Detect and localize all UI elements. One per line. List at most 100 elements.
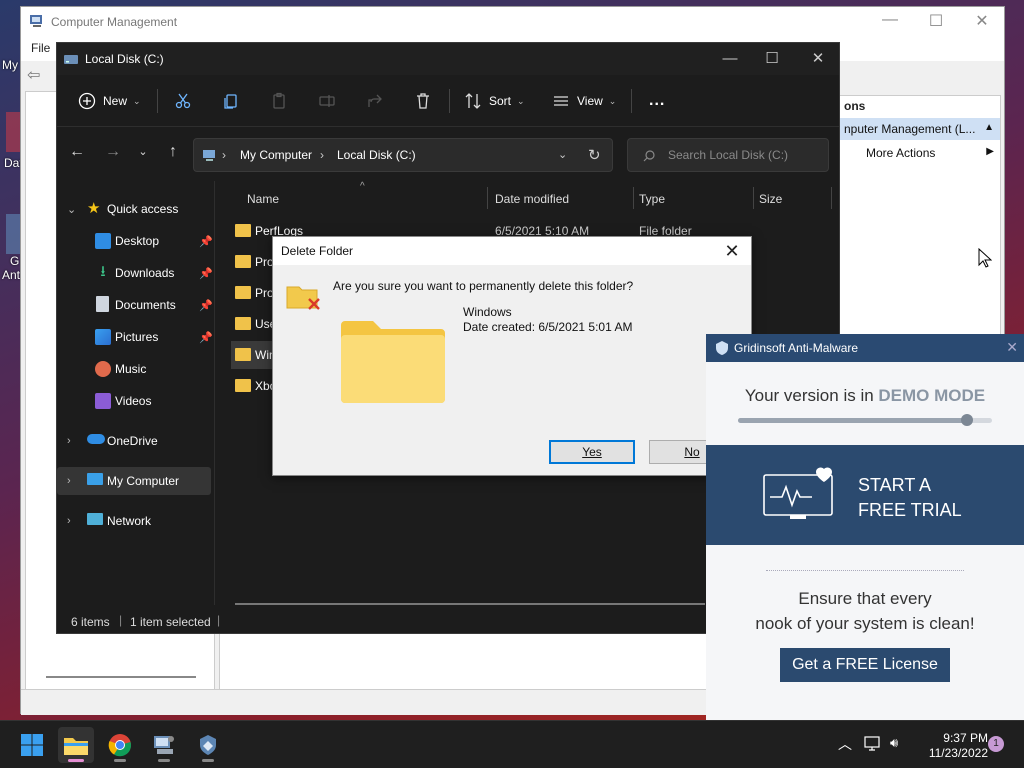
- column-header-date-modified[interactable]: Date modified: [495, 185, 569, 213]
- nav-item-documents[interactable]: Documents 📌: [57, 291, 215, 319]
- share-button[interactable]: [365, 89, 385, 113]
- nav-item-music[interactable]: Music: [57, 355, 215, 383]
- column-divider[interactable]: [753, 187, 754, 209]
- notification-badge[interactable]: 1: [988, 736, 1004, 752]
- demo-progress-fill: [738, 418, 967, 423]
- copy-button[interactable]: [221, 89, 241, 113]
- dialog-titlebar[interactable]: Delete Folder ✕: [273, 237, 751, 265]
- collapse-up-icon[interactable]: ▲: [984, 122, 994, 133]
- horizontal-scrollbar[interactable]: [46, 676, 196, 678]
- taskbar-file-explorer[interactable]: [58, 727, 94, 763]
- chevron-right-icon[interactable]: ›: [67, 435, 71, 447]
- column-header-size[interactable]: Size: [759, 185, 782, 213]
- column-divider[interactable]: [831, 187, 832, 209]
- nav-item-label: My Computer: [107, 474, 180, 488]
- close-button[interactable]: ✕: [959, 11, 1005, 33]
- yes-button[interactable]: Yes: [549, 440, 635, 464]
- get-free-license-button[interactable]: Get a FREE License: [780, 648, 950, 682]
- minimize-button[interactable]: —: [707, 49, 753, 71]
- more-options-icon: ...: [649, 92, 666, 109]
- start-button[interactable]: [14, 727, 50, 763]
- column-header-name[interactable]: Name: [247, 185, 279, 213]
- column-divider[interactable]: [633, 187, 634, 209]
- address-bar[interactable]: › My Computer › Local Disk (C:) ⌄ ↻: [193, 138, 613, 172]
- drive-icon: [64, 55, 78, 64]
- volume-icon[interactable]: 🔊︎: [890, 735, 898, 751]
- horizontal-scrollbar[interactable]: [235, 603, 705, 605]
- nav-item-network[interactable]: › Network: [57, 507, 215, 535]
- view-button[interactable]: View ⌄: [551, 89, 616, 113]
- nav-item-label: OneDrive: [107, 434, 158, 448]
- cm-titlebar[interactable]: Computer Management — ☐ ✕: [21, 7, 1004, 37]
- nav-item-quick-access[interactable]: ⌄ ★ Quick access: [57, 195, 215, 223]
- toolbar-separator: [631, 89, 632, 113]
- maximize-button[interactable]: ☐: [913, 11, 959, 33]
- close-button[interactable]: ✕: [795, 49, 841, 71]
- clock-time[interactable]: 9:37 PM: [910, 731, 988, 745]
- nav-item-downloads[interactable]: ⭳ Downloads 📌: [57, 259, 215, 287]
- desktop-icon[interactable]: [6, 214, 20, 254]
- gridinsoft-popup[interactable]: Gridinsoft Anti-Malware ✕ Your version i…: [706, 334, 1024, 720]
- nav-item-my-computer[interactable]: › My Computer: [57, 467, 211, 495]
- forward-button[interactable]: →: [101, 140, 125, 164]
- delete-folder-dialog[interactable]: Delete Folder ✕ Are you sure you want to…: [272, 236, 752, 476]
- sort-button[interactable]: Sort ⌄: [463, 89, 525, 113]
- nav-item-desktop[interactable]: Desktop 📌: [57, 227, 215, 255]
- rename-button[interactable]: [317, 89, 337, 113]
- pin-icon: 📌: [199, 235, 213, 248]
- taskbar-computer-management[interactable]: [146, 727, 182, 763]
- refresh-icon[interactable]: ↻: [588, 146, 601, 164]
- submenu-arrow-icon: ▶: [986, 146, 994, 157]
- heart-monitor-icon: [763, 467, 833, 519]
- cloud-icon: [87, 434, 105, 444]
- paste-button[interactable]: [269, 89, 289, 113]
- desktop-icon-label[interactable]: Ant: [2, 268, 20, 282]
- search-field[interactable]: Search Local Disk (C:): [627, 138, 829, 172]
- column-header-type[interactable]: Type: [639, 185, 665, 213]
- selection-count: 1 item selected: [130, 615, 211, 629]
- desktop-icon-label[interactable]: My: [2, 58, 18, 72]
- more-options-button[interactable]: ...: [649, 89, 665, 113]
- explorer-window-title: Local Disk (C:): [85, 52, 164, 66]
- close-icon[interactable]: ✕: [1006, 339, 1018, 356]
- chevron-right-icon[interactable]: ›: [67, 515, 71, 527]
- address-history-chevron-icon[interactable]: ⌄: [558, 148, 567, 161]
- free-trial-text[interactable]: START A FREE TRIAL: [858, 473, 962, 523]
- desktop-icon-label[interactable]: G: [10, 254, 19, 268]
- recent-locations-button[interactable]: ⌄: [131, 140, 155, 164]
- breadcrumb-local-disk[interactable]: Local Disk (C:): [337, 148, 416, 162]
- explorer-titlebar[interactable]: Local Disk (C:) — ☐ ✕: [57, 43, 839, 75]
- maximize-button[interactable]: ☐: [749, 49, 795, 71]
- breadcrumb-my-computer[interactable]: My Computer: [240, 148, 312, 162]
- clock-date[interactable]: 11/23/2022: [910, 746, 988, 760]
- no-button-label: No: [684, 445, 700, 459]
- cut-button[interactable]: [173, 89, 193, 113]
- back-button[interactable]: ←: [65, 140, 89, 164]
- desktop-icon[interactable]: [6, 112, 20, 152]
- back-arrow-icon[interactable]: ⇦: [27, 65, 40, 85]
- nav-item-onedrive[interactable]: › OneDrive: [57, 427, 215, 455]
- sort-icon: [465, 93, 481, 109]
- nav-item-videos[interactable]: Videos: [57, 387, 215, 415]
- taskbar-chrome[interactable]: [102, 727, 138, 763]
- chevron-right-icon[interactable]: ›: [67, 475, 71, 487]
- column-divider[interactable]: [487, 187, 488, 209]
- actions-item-computer-management[interactable]: nputer Management (L... ▲: [838, 118, 1000, 140]
- show-hidden-icons-chevron-icon[interactable]: ︿: [838, 734, 852, 754]
- free-trial-banner[interactable]: START A FREE TRIAL: [706, 445, 1024, 545]
- taskbar-gridinsoft[interactable]: [190, 727, 226, 763]
- up-button[interactable]: ↑: [161, 140, 185, 164]
- computer-management-icon: [30, 15, 42, 27]
- menu-file[interactable]: File: [31, 41, 50, 55]
- nav-item-pictures[interactable]: Pictures 📌: [57, 323, 215, 351]
- delete-button[interactable]: [413, 89, 433, 113]
- folder-icon: [235, 348, 251, 361]
- network-status-icon[interactable]: [864, 736, 882, 752]
- minimize-button[interactable]: —: [867, 11, 913, 33]
- videos-icon: [95, 393, 111, 409]
- actions-item-more-actions[interactable]: More Actions ▶: [838, 142, 1000, 164]
- chevron-down-icon[interactable]: ⌄: [67, 203, 76, 216]
- item-count: 6 items: [71, 615, 110, 629]
- dialog-close-button[interactable]: ✕: [717, 239, 747, 263]
- new-button[interactable]: New ⌄: [77, 89, 141, 113]
